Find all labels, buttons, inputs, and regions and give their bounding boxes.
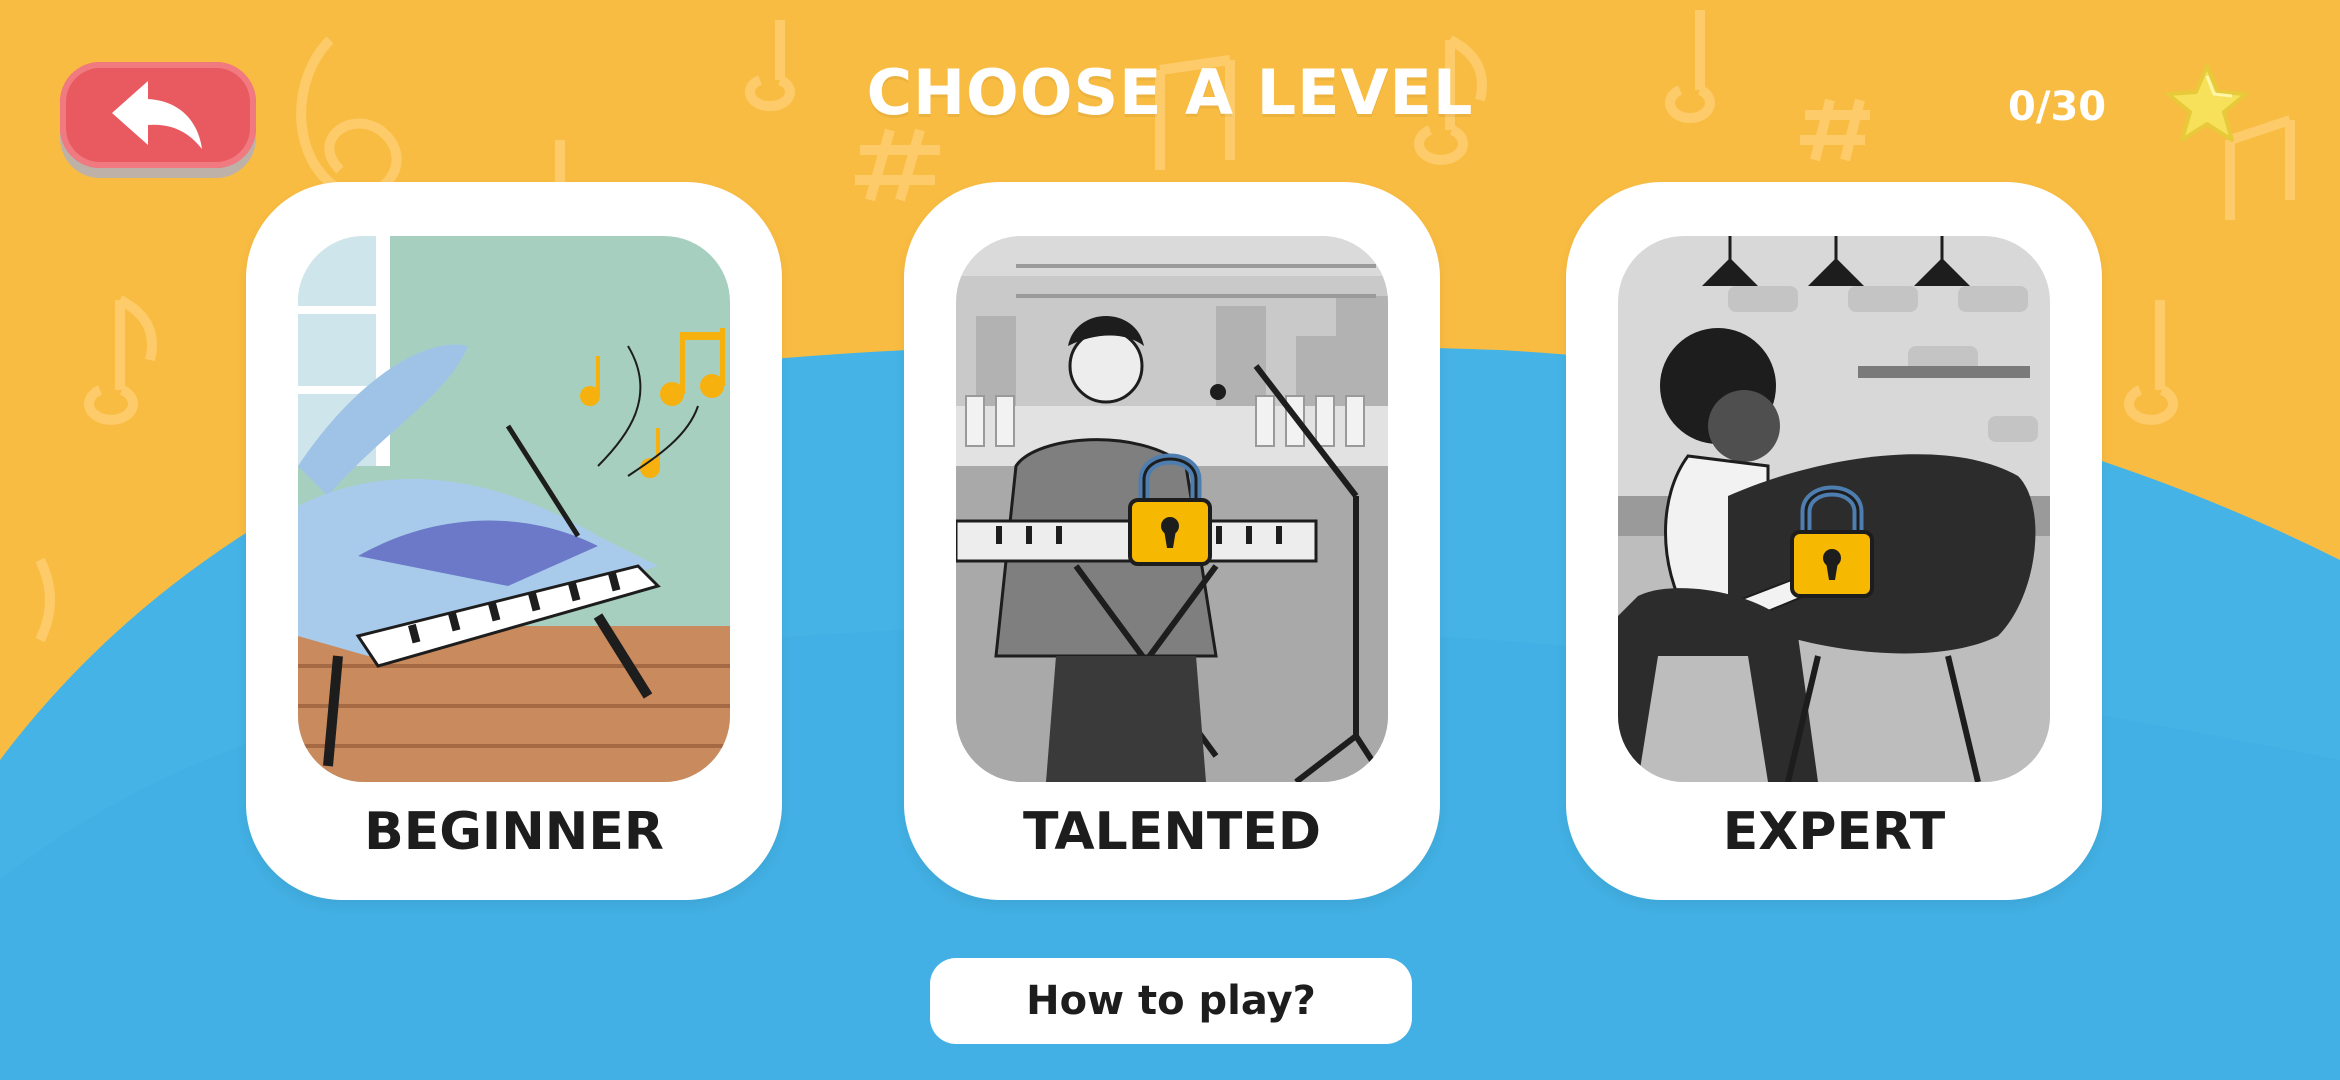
level-label: TALENTED	[1022, 802, 1321, 862]
level-card-talented[interactable]: TALENTED	[904, 182, 1440, 900]
star-score: 0/30	[2008, 84, 2107, 130]
how-to-play-button[interactable]: How to play?	[930, 958, 1412, 1044]
level-label: EXPERT	[1722, 802, 1946, 862]
lock-icon	[1128, 453, 1212, 566]
level-card-expert[interactable]: EXPERT	[1566, 182, 2102, 900]
page-title: CHOOSE A LEVEL	[866, 56, 1474, 129]
level-label: BEGINNER	[364, 802, 664, 862]
grand-piano-illustration	[298, 236, 730, 782]
lock-icon	[1790, 485, 1874, 598]
star-icon	[2166, 64, 2248, 142]
level-card-beginner[interactable]: BEGINNER	[246, 182, 782, 900]
